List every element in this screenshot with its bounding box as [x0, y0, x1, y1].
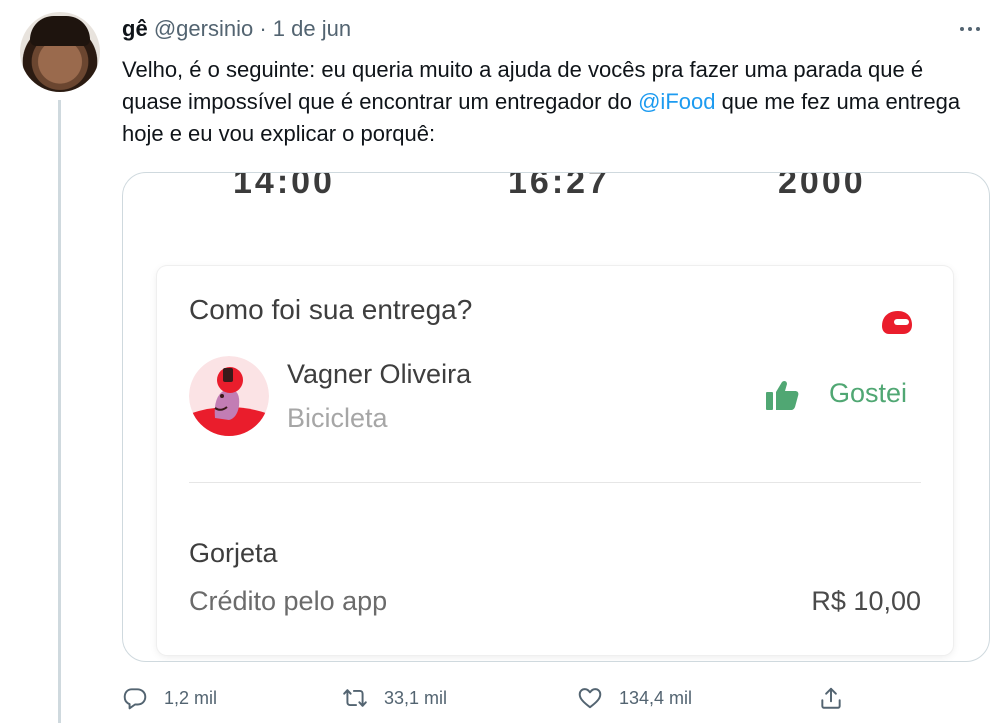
like-count: 134,4 mil	[619, 687, 693, 708]
courier-avatar	[189, 356, 269, 436]
tip-title: Gorjeta	[189, 538, 278, 568]
author-handle[interactable]: @gersinio	[154, 16, 253, 41]
like-button[interactable]: 134,4 mil	[577, 680, 692, 716]
tweet-media[interactable]: 14:00 16:27 2000 Como foi sua entrega? V…	[122, 172, 990, 662]
card-divider	[189, 482, 921, 483]
reply-icon	[123, 688, 147, 710]
share-icon	[821, 687, 841, 709]
reply-count: 1,2 mil	[164, 687, 218, 708]
card-title: Como foi sua entrega?	[189, 294, 473, 325]
avatar-hair	[30, 16, 90, 46]
rating-label[interactable]: Gostei	[829, 378, 907, 409]
reply-button[interactable]: 1,2 mil	[122, 680, 217, 716]
thumbs-up-icon[interactable]	[765, 379, 799, 411]
retweet-icon	[343, 689, 367, 707]
helmet-icon	[882, 311, 912, 334]
tweet-header: gê @gersinio · 1 de jun	[122, 14, 351, 44]
tip-method: Crédito pelo app	[189, 586, 388, 616]
tip-value: R$ 10,00	[811, 586, 921, 616]
author-name[interactable]: gê	[122, 16, 148, 41]
tweet-actions: 1,2 mil 33,1 mil 134,4 mil	[122, 680, 988, 716]
courier-name: Vagner Oliveira	[287, 359, 472, 389]
courier-vehicle: Bicicleta	[287, 403, 388, 433]
tweet-text: Velho, é o seguinte: eu queria muito a a…	[122, 54, 982, 150]
retweet-count: 33,1 mil	[384, 687, 448, 708]
like-icon	[578, 688, 602, 709]
retweet-button[interactable]: 33,1 mil	[342, 680, 447, 716]
header-separator: ·	[259, 16, 267, 41]
share-button[interactable]	[818, 680, 844, 716]
cropped-number: 14:00	[233, 172, 335, 201]
author-avatar[interactable]	[20, 12, 100, 92]
cropped-number: 2000	[778, 172, 866, 201]
thread-line	[58, 100, 61, 723]
delivery-rating-card: Como foi sua entrega? Vagner Oliveira Bi…	[157, 266, 953, 655]
mention-link[interactable]: @iFood	[638, 89, 715, 114]
more-icon[interactable]	[952, 14, 988, 44]
cropped-numbers: 14:00 16:27 2000	[123, 173, 989, 201]
cropped-number: 16:27	[508, 172, 610, 201]
tweet-date[interactable]: 1 de jun	[273, 16, 351, 41]
